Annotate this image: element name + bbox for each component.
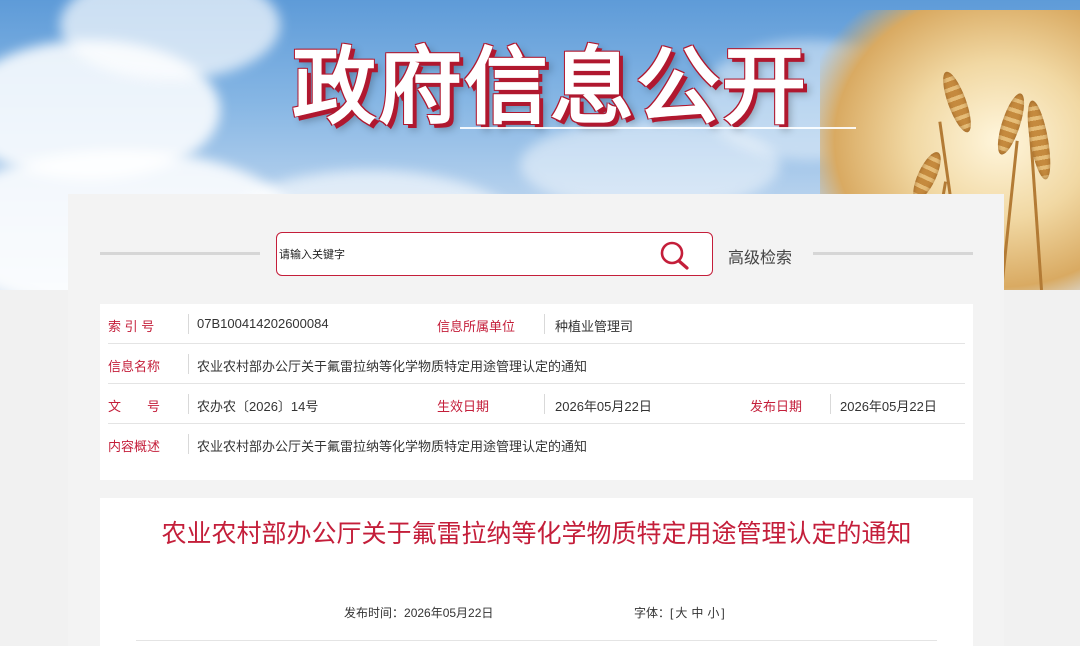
search-input[interactable] <box>279 245 639 265</box>
doc-number-value: 农办农〔2026〕14号 <box>197 399 319 414</box>
info-name-value: 农业农村部办公厅关于氟雷拉纳等化学物质特定用途管理认定的通知 <box>197 359 588 374</box>
font-size-label: 字体： <box>634 606 671 620</box>
article-title: 农业农村部办公厅关于氟雷拉纳等化学物质特定用途管理认定的通知 <box>161 520 912 548</box>
meta-row-doc: 文 号 农办农〔2026〕14号 生效日期 2026年05月22日 发布日期 2… <box>100 384 973 424</box>
publish-time-label: 发布时间： <box>344 606 405 620</box>
summary-label: 内容概述 <box>108 439 161 454</box>
effective-date-value: 2026年05月22日 <box>555 399 652 414</box>
article-divider <box>136 640 937 641</box>
search-bar: 高级检索 <box>68 232 1004 278</box>
publish-date-label: 发布日期 <box>750 399 803 414</box>
font-medium-button[interactable]: 中 <box>691 606 703 620</box>
banner-underline <box>460 127 856 129</box>
meta-row-summary: 内容概述 农业农村部办公厅关于氟雷拉纳等化学物质特定用途管理认定的通知 <box>100 424 973 464</box>
effective-date-label: 生效日期 <box>437 399 490 414</box>
banner-title: 政府信息公开 <box>292 38 809 136</box>
meta-row-name: 信息名称 农业农村部办公厅关于氟雷拉纳等化学物质特定用途管理认定的通知 <box>100 344 973 384</box>
doc-number-label: 文 号 <box>108 399 161 414</box>
search-icon[interactable] <box>659 240 691 270</box>
unit-label: 信息所属单位 <box>437 319 516 334</box>
publish-time-value: 2026年05月22日 <box>404 606 494 620</box>
divider-left <box>100 252 260 255</box>
summary-value: 农业农村部办公厅关于氟雷拉纳等化学物质特定用途管理认定的通知 <box>197 439 588 454</box>
info-name-label: 信息名称 <box>108 359 161 374</box>
document-metadata: 索 引 号 07B100414202600084 信息所属单位 种植业管理司 信… <box>100 304 973 480</box>
publish-time: 发布时间：2026年05月22日 <box>344 604 493 621</box>
meta-row-index: 索 引 号 07B100414202600084 信息所属单位 种植业管理司 <box>100 304 973 344</box>
advanced-search-link[interactable]: 高级检索 <box>728 244 792 268</box>
search-box <box>276 232 713 276</box>
index-label: 索 引 号 <box>108 319 155 334</box>
font-large-button[interactable]: 大 <box>675 606 687 620</box>
unit-value: 种植业管理司 <box>555 319 634 334</box>
font-small-button[interactable]: 小 <box>707 606 719 620</box>
divider-right <box>813 252 973 255</box>
font-size-control: 字体：[大中小] <box>634 606 725 620</box>
publish-date-value: 2026年05月22日 <box>840 399 937 414</box>
article: 农业农村部办公厅关于氟雷拉纳等化学物质特定用途管理认定的通知 发布时间：2026… <box>100 498 973 646</box>
main-panel: 高级检索 索 引 号 07B100414202600084 信息所属单位 种植业… <box>68 194 1004 646</box>
index-value: 07B100414202600084 <box>197 316 329 331</box>
